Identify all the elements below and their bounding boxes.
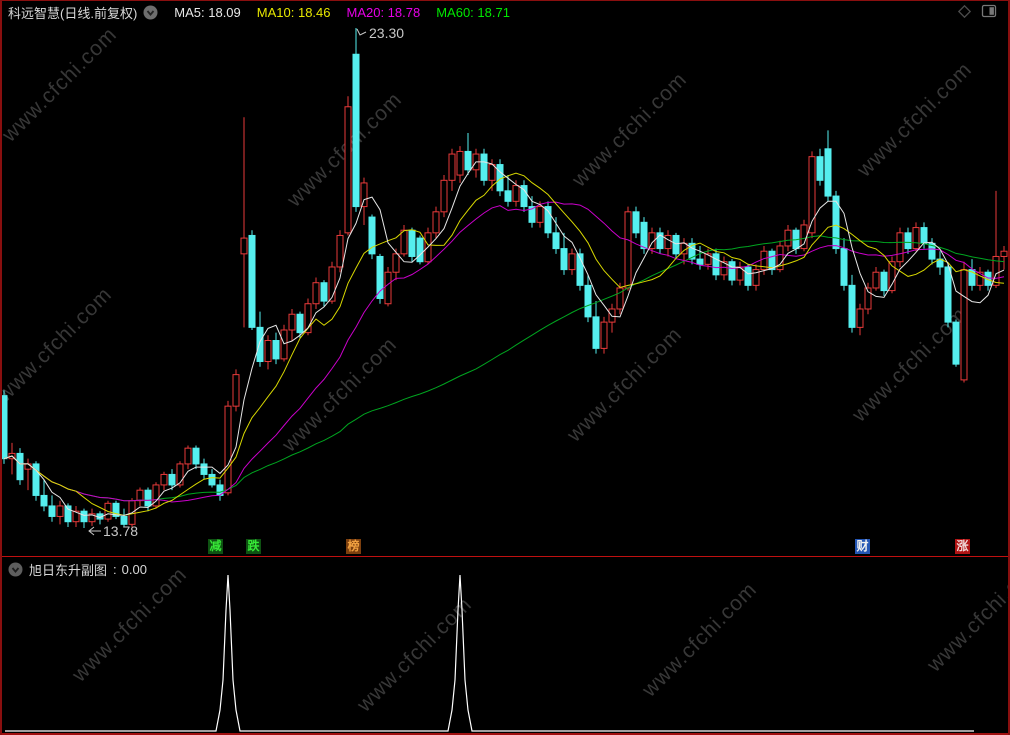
ma20-label: MA20: 18.78 [346,5,421,20]
subchart-value: 0.00 [121,561,147,577]
window-border [0,0,1010,1]
marker-badge[interactable]: 财 [855,539,870,554]
svg-text:23.30: 23.30 [369,25,404,41]
subchart-title: 旭日东升副图 [29,562,108,578]
panel-toggle-icon[interactable] [981,4,998,24]
pane-divider[interactable] [0,556,1010,557]
app-window: www.cfchi.com www.cfchi.com www.cfchi.co… [0,0,1010,735]
marker-badge[interactable]: 涨 [955,539,970,554]
svg-text:13.78: 13.78 [103,523,138,538]
chevron-down-icon[interactable] [8,562,23,577]
ma60-label: MA60: 18.71 [436,5,510,20]
marker-badge[interactable]: 跌 [246,539,261,554]
subchart-colon: : [113,561,117,577]
window-border [0,0,2,735]
top-bar: 科远智慧(日线.前复权) MA5: 18.09 MA10: 18.46 MA20… [2,1,1006,24]
ma10-label: MA10: 18.46 [256,5,331,20]
marker-row: 减跌榜财涨 [0,538,1010,556]
diamond-icon[interactable] [956,3,973,25]
ma5-label: MA5: 18.09 [174,5,241,20]
marker-badge[interactable]: 减 [208,539,223,554]
subchart-header: 旭日东升副图 : 0.00 [2,559,1006,579]
signal-chart[interactable] [0,570,1010,735]
stock-title: 科远智慧(日线.前复权) [8,6,138,21]
candlestick-chart[interactable]: 23.30 13.78 [0,24,1010,538]
chevron-down-icon[interactable] [143,5,158,20]
marker-badge[interactable]: 榜 [346,539,361,554]
